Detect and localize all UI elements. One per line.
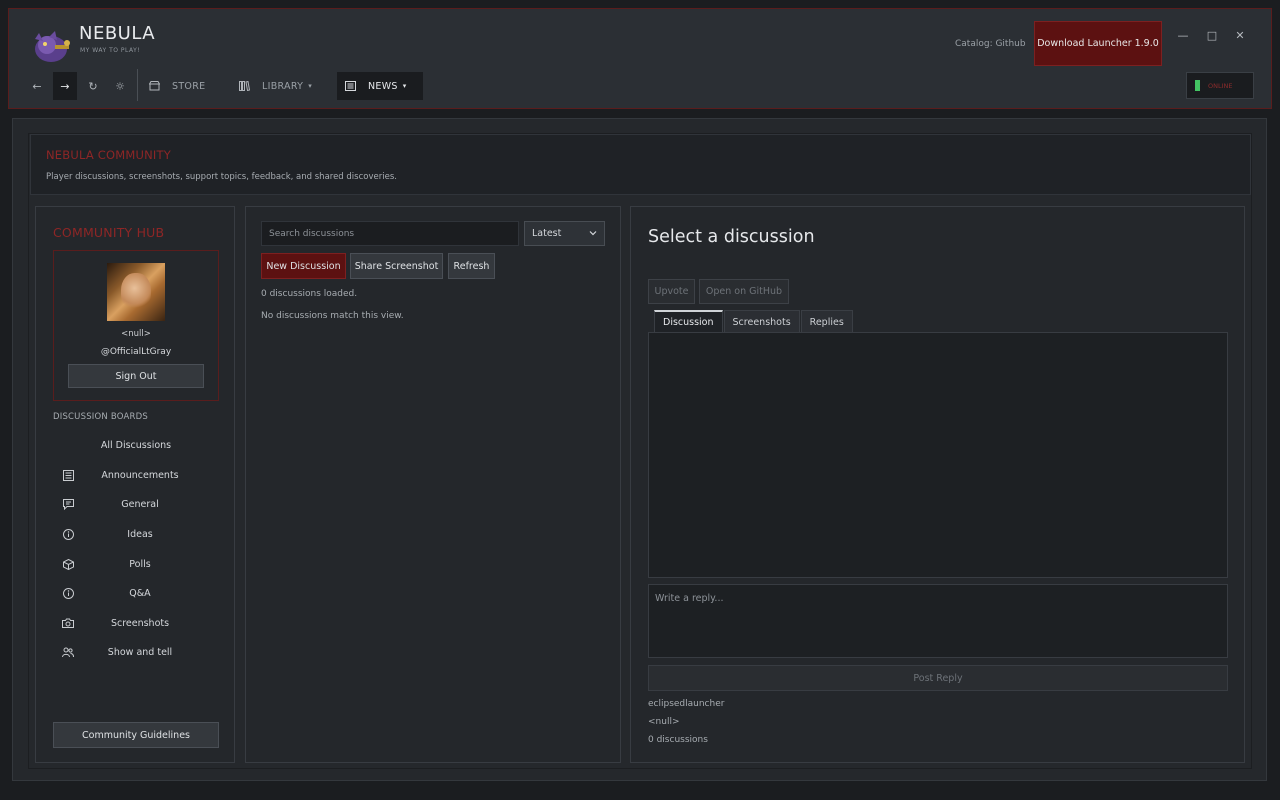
nebula-logo-icon	[35, 31, 70, 62]
chat-icon	[61, 497, 75, 511]
sidebar-title: COMMUNITY HUB	[53, 225, 165, 240]
profile-name: <null>	[121, 329, 151, 339]
status-text: ONLINE	[1208, 81, 1233, 90]
page-title: NEBULA COMMUNITY	[46, 148, 171, 162]
board-label: Announcements	[101, 469, 179, 481]
tab-store[interactable]: STORE	[149, 72, 205, 100]
sign-out-button[interactable]: Sign Out	[68, 364, 204, 388]
app-title: NEBULA	[79, 23, 156, 44]
refresh-list-button[interactable]: Refresh	[448, 253, 495, 279]
camera-icon	[61, 616, 75, 630]
tab-library-label: LIBRARY	[262, 80, 304, 92]
upvote-button[interactable]: Upvote	[648, 279, 695, 304]
chevron-down-icon	[589, 231, 597, 236]
board-label: Show and tell	[107, 646, 173, 658]
news-icon	[345, 81, 356, 91]
discussion-content	[648, 332, 1228, 578]
open-github-button[interactable]: Open on GitHub	[699, 279, 789, 304]
empty-status: No discussions match this view.	[261, 311, 404, 321]
users-icon	[61, 645, 75, 659]
board-label: All Discussions	[100, 439, 172, 451]
community-header: NEBULA COMMUNITY Player discussions, scr…	[30, 134, 1251, 195]
sort-value: Latest	[532, 228, 562, 239]
catalog-label: Catalog: Github	[955, 39, 1026, 49]
boards-heading: DISCUSSION BOARDS	[53, 412, 148, 422]
tab-news[interactable]: NEWS ▾	[337, 72, 423, 100]
download-launcher-button[interactable]: Download Launcher 1.9.0	[1034, 21, 1162, 66]
sidebar-item-announcements[interactable]: Announcements	[53, 464, 219, 486]
loaded-status: 0 discussions loaded.	[261, 289, 358, 299]
tab-store-label: STORE	[172, 80, 206, 92]
tab-news-label: NEWS	[368, 80, 398, 92]
minimize-icon[interactable]: —	[1172, 29, 1194, 42]
community-guidelines-button[interactable]: Community Guidelines	[53, 722, 219, 748]
nav-divider	[137, 69, 138, 101]
close-icon[interactable]: ✕	[1229, 29, 1251, 42]
discussion-list-panel: Latest New Discussion Share Screenshot R…	[245, 206, 621, 763]
board-label: Q&A	[129, 587, 151, 599]
repo-name: eclipsedlauncher	[648, 699, 725, 709]
board-label: Polls	[129, 558, 151, 570]
board-label: General	[121, 498, 159, 510]
profile-card: <null> @OfficialLtGray Sign Out	[53, 250, 219, 401]
sort-select[interactable]: Latest	[524, 221, 605, 246]
post-reply-button[interactable]: Post Reply	[648, 665, 1228, 691]
discussion-count: 0 discussions	[648, 735, 708, 745]
sidebar-item-general[interactable]: General	[53, 493, 219, 515]
current-user: <null>	[648, 717, 680, 727]
reply-input[interactable]	[648, 584, 1228, 658]
profile-handle: @OfficialLtGray	[100, 347, 172, 357]
sidebar-item-show-and-tell[interactable]: Show and tell	[53, 641, 219, 663]
search-input[interactable]	[261, 221, 519, 246]
status-indicator	[1195, 80, 1200, 91]
refresh-button[interactable]: ↻	[82, 72, 104, 100]
tab-replies[interactable]: Replies	[800, 310, 853, 333]
sidebar-item-screenshots[interactable]: Screenshots	[53, 612, 219, 634]
maximize-icon[interactable]: □	[1201, 29, 1223, 42]
detail-tabs: Discussion Screenshots Replies	[654, 310, 854, 333]
chevron-down-icon: ▾	[308, 82, 313, 90]
tab-screenshots[interactable]: Screenshots	[723, 310, 800, 333]
library-icon	[239, 81, 250, 91]
info-icon	[61, 586, 75, 600]
sidebar-item-all-discussions[interactable]: All Discussions	[53, 434, 219, 456]
board-label: Screenshots	[110, 617, 170, 629]
back-button[interactable]: ←	[26, 72, 48, 100]
sidebar-item-ideas[interactable]: Ideas	[53, 523, 219, 545]
community-sidebar: COMMUNITY HUB <null> @OfficialLtGray Sig…	[35, 206, 235, 763]
forward-button[interactable]: →	[53, 72, 77, 100]
avatar	[107, 263, 165, 321]
info-icon	[61, 527, 75, 541]
title-bar: NEBULA MY WAY TO PLAY! Catalog: Github D…	[8, 8, 1272, 109]
app-subtitle: MY WAY TO PLAY!	[80, 47, 141, 54]
settings-button[interactable]: ☼	[109, 72, 131, 100]
store-icon	[149, 81, 160, 91]
tab-library[interactable]: LIBRARY ▾	[239, 72, 312, 100]
connection-status: ONLINE	[1186, 72, 1254, 99]
page-subtitle: Player discussions, screenshots, support…	[46, 172, 397, 182]
share-screenshot-button[interactable]: Share Screenshot	[350, 253, 443, 279]
detail-title: Select a discussion	[648, 227, 815, 247]
tab-discussion[interactable]: Discussion	[654, 310, 723, 333]
new-discussion-button[interactable]: New Discussion	[261, 253, 346, 279]
sidebar-item-polls[interactable]: Polls	[53, 553, 219, 575]
chevron-down-icon: ▾	[402, 82, 407, 90]
board-label: Ideas	[127, 528, 153, 540]
announcements-icon	[61, 468, 75, 482]
sidebar-item-qa[interactable]: Q&A	[53, 582, 219, 604]
cube-icon	[61, 557, 75, 571]
discussion-detail-panel: Select a discussion Upvote Open on GitHu…	[630, 206, 1245, 763]
